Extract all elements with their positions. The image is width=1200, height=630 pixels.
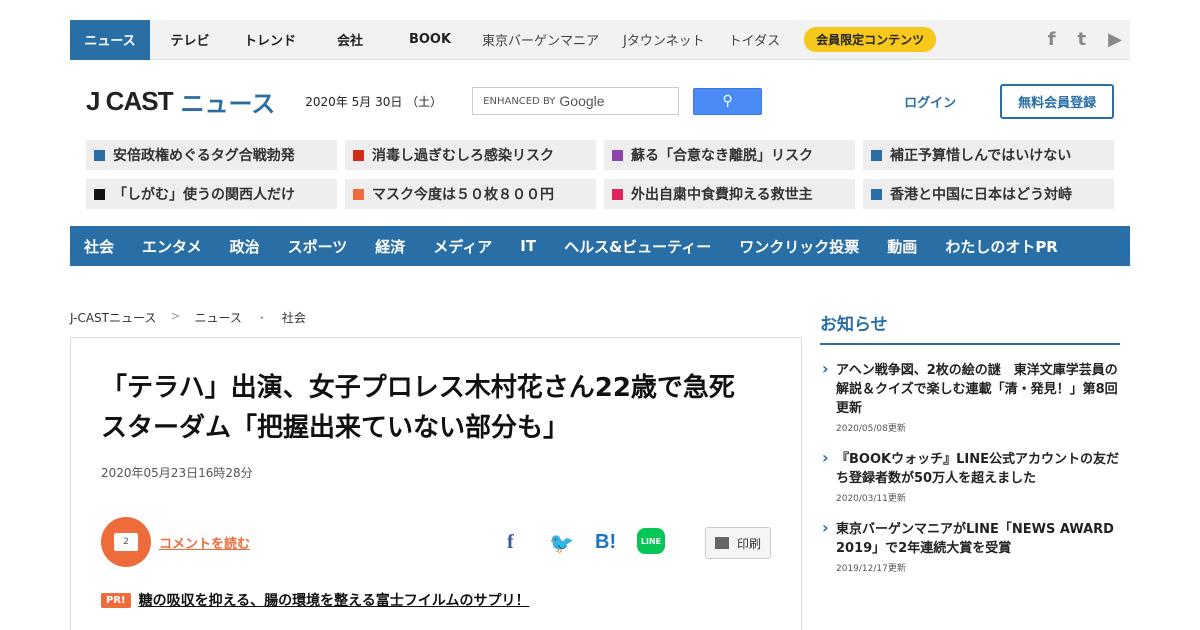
nav-video[interactable]: 動画 [887, 236, 917, 257]
logo-jcast: J CAST [86, 85, 173, 116]
share-hatena-icon[interactable]: B! [595, 531, 616, 554]
article-card: 「テラハ」出演、女子プロレス木村花さん22歳で急死 スターダム「把握出来ていない… [70, 337, 802, 630]
topic-marker-icon [871, 188, 882, 200]
tab-tv[interactable]: テレビ [150, 20, 230, 60]
youtube-icon[interactable]: ▶ [1108, 29, 1122, 50]
site-header: J CAST ニュース 2020年 5月 30日 （土） ENHANCED BY… [70, 76, 1130, 126]
tab-book[interactable]: BOOK [390, 20, 470, 60]
pr-badge: PR! [101, 592, 131, 608]
search-button[interactable]: ⚲ [693, 87, 763, 115]
google-brand: Google [559, 93, 605, 109]
sidebar-title: お知らせ [820, 310, 1120, 345]
notice-item[interactable]: アヘン戦争図、2枚の絵の謎 東洋文庫学芸員の解説＆クイズで楽しむ連載「清・発見！… [820, 359, 1120, 434]
tab-company[interactable]: 会社 [310, 20, 390, 60]
article-headline: 「テラハ」出演、女子プロレス木村花さん22歳で急死 スターダム「把握出来ていない… [101, 373, 761, 443]
share-twitter-icon[interactable]: 🐦 [549, 531, 574, 555]
logo-news: ニュース [180, 89, 276, 118]
notice-item[interactable]: 東京バーゲンマニアがLINE「NEWS AWARD 2019」で2年連続大賞を受… [820, 518, 1120, 574]
topic-marker-icon [612, 188, 623, 200]
search-prefix: ENHANCED BY [483, 95, 556, 107]
register-button[interactable]: 無料会員登録 [1000, 83, 1115, 119]
topic-item[interactable]: マスク今度は５０枚８００円 [345, 179, 596, 209]
comment-count: 2 [114, 533, 138, 551]
nav-entertainment[interactable]: エンタメ [142, 236, 202, 257]
search-icon: ⚲ [722, 93, 733, 109]
notice-date: 2020/03/11更新 [836, 494, 906, 504]
breadcrumb-separator: ・ [255, 311, 268, 325]
breadcrumb-society[interactable]: 社会 [282, 309, 306, 326]
notice-title: 東京バーゲンマニアがLINE「NEWS AWARD 2019」で2年連続大賞を受… [836, 522, 1114, 556]
topic-label: 安倍政権めぐるタグ合戦勃発 [113, 148, 295, 164]
breadcrumb-separator: > [170, 309, 181, 323]
site-logo[interactable]: J CAST ニュース [86, 79, 275, 123]
nav-sports[interactable]: スポーツ [288, 236, 348, 257]
link-bargain-mania[interactable]: 東京バーゲンマニア [470, 20, 611, 60]
current-date: 2020年 5月 30日 （土） [305, 94, 443, 109]
print-button[interactable]: 印刷 [705, 527, 771, 559]
notice-title: アヘン戦争図、2枚の絵の謎 東洋文庫学芸員の解説＆クイズで楽しむ連載「清・発見！… [836, 363, 1118, 416]
topic-marker-icon [94, 149, 105, 161]
link-toidasu[interactable]: トイダス [717, 20, 792, 60]
breadcrumb-home[interactable]: J-CASTニュース [70, 309, 156, 326]
topic-item[interactable]: 消毒し過ぎむしろ感染リスク [345, 140, 596, 170]
topic-label: マスク今度は５０枚８００円 [372, 187, 554, 203]
nav-one-click-vote[interactable]: ワンクリック投票 [739, 236, 859, 257]
topic-label: 蘇る「合意なき離脱」リスク [631, 148, 813, 164]
link-jtown-net[interactable]: Jタウンネット [611, 20, 717, 60]
nav-media[interactable]: メディア [433, 236, 492, 257]
notice-title: 『BOOKウォッチ』LINE公式アカウントの友だち登録者数が50万人を超えました [836, 452, 1119, 486]
breadcrumb-news[interactable]: ニュース [194, 309, 241, 326]
share-facebook-icon[interactable]: f [507, 531, 514, 554]
nav-politics[interactable]: 政治 [230, 236, 260, 257]
login-link[interactable]: ログイン [904, 92, 956, 111]
notice-item[interactable]: 『BOOKウォッチ』LINE公式アカウントの友だち登録者数が50万人を超えました… [820, 448, 1120, 504]
member-content-button[interactable]: 会員限定コンテンツ [804, 27, 937, 52]
topic-label: 消毒し過ぎむしろ感染リスク [372, 148, 554, 164]
topic-marker-icon [353, 188, 364, 200]
nav-economy[interactable]: 経済 [375, 236, 405, 257]
topic-item[interactable]: 香港と中国に日本はどう対峙 [863, 179, 1114, 209]
social-links: f t ▶ [1048, 29, 1130, 50]
tab-trend[interactable]: トレンド [230, 20, 310, 60]
search-input[interactable]: ENHANCED BY Google [472, 87, 680, 115]
pr-text: 糖の吸収を抑える、腸の環境を整える富士フイルムのサプリ！ [138, 593, 530, 609]
topic-item[interactable]: 蘇る「合意なき離脱」リスク [604, 140, 855, 170]
print-label: 印刷 [736, 536, 761, 551]
notice-date: 2020/05/08更新 [836, 424, 906, 434]
topic-label: 「しがむ」使うの関西人だけ [113, 187, 295, 203]
top-bar: ニュース テレビ トレンド 会社 BOOK 東京バーゲンマニア Jタウンネット … [70, 19, 1130, 60]
topic-marker-icon [353, 149, 364, 161]
notice-sidebar: お知らせ アヘン戦争図、2枚の絵の謎 東洋文庫学芸員の解説＆クイズで楽しむ連載「… [820, 310, 1120, 574]
topic-item[interactable]: 安倍政権めぐるタグ合戦勃発 [86, 140, 337, 170]
topic-label: 香港と中国に日本はどう対峙 [890, 187, 1072, 203]
topic-grid: 安倍政権めぐるタグ合戦勃発 消毒し過ぎむしろ感染リスク 蘇る「合意なき離脱」リス… [86, 140, 1114, 209]
nav-health-beauty[interactable]: ヘルス&ビューティー [564, 236, 711, 257]
comment-icon[interactable]: 2 [101, 517, 151, 567]
topic-item[interactable]: 外出自粛中食費抑える救世主 [604, 179, 855, 209]
tab-news[interactable]: ニュース [70, 19, 150, 60]
read-comments-link[interactable]: コメントを読む [159, 533, 250, 552]
topic-label: 外出自粛中食費抑える救世主 [631, 187, 813, 203]
topic-marker-icon [871, 149, 882, 161]
topic-label: 補正予算惜しんではいけない [890, 148, 1072, 164]
category-nav: 社会 エンタメ 政治 スポーツ 経済 メディア IT ヘルス&ビューティー ワン… [70, 226, 1130, 266]
facebook-icon[interactable]: f [1048, 29, 1056, 50]
share-line-icon[interactable]: LINE [637, 528, 665, 554]
printer-icon [714, 537, 729, 549]
pr-link[interactable]: PR! 糖の吸収を抑える、腸の環境を整える富士フイルムのサプリ！ [101, 590, 529, 610]
nav-society[interactable]: 社会 [84, 236, 114, 257]
topic-marker-icon [612, 149, 623, 161]
topic-marker-icon [94, 188, 105, 200]
topic-item[interactable]: 補正予算惜しんではいけない [863, 140, 1114, 170]
notice-date: 2019/12/17更新 [836, 564, 906, 574]
article-date: 2020年05月23日16時28分 [101, 466, 253, 480]
twitter-icon[interactable]: t [1078, 29, 1087, 50]
nav-my-oto-pr[interactable]: わたしのオトPR [945, 236, 1058, 257]
nav-it[interactable]: IT [520, 237, 536, 255]
topic-item[interactable]: 「しがむ」使うの関西人だけ [86, 179, 337, 209]
